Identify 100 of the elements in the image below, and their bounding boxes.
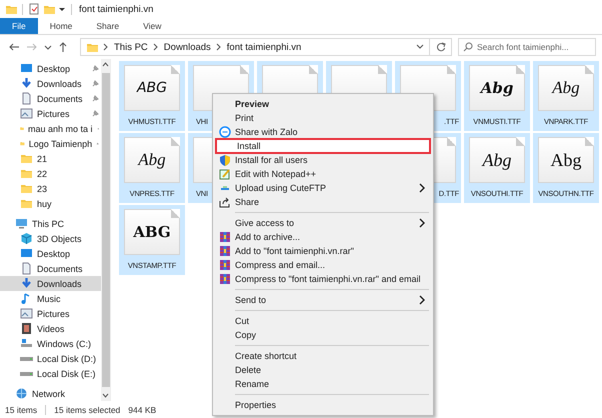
film-icon: [20, 322, 33, 335]
menu-item[interactable]: Properties: [215, 398, 431, 412]
refresh-button[interactable]: [430, 38, 452, 56]
menu-item[interactable]: Rename: [215, 377, 431, 391]
address-bar[interactable]: This PC Downloads font taimienphi.vn: [80, 38, 430, 56]
nav-item[interactable]: Desktop: [0, 246, 101, 261]
nav-item[interactable]: Windows (C:): [0, 336, 101, 351]
menu-item[interactable]: Preview: [215, 97, 431, 111]
nav-item[interactable]: Pictures: [0, 306, 101, 321]
refresh-icon: [436, 42, 446, 52]
computer-icon: [15, 217, 28, 230]
menu-item[interactable]: Compress to "font taimienphi.vn.rar" and email: [215, 272, 431, 286]
nav-item[interactable]: 21: [0, 151, 101, 166]
menu-item[interactable]: Share: [215, 195, 431, 209]
search-field[interactable]: Search font taimienphi...: [458, 38, 596, 56]
nav-item[interactable]: Local Disk (D:): [0, 351, 101, 366]
selection-count: 15 items selected: [54, 404, 120, 414]
nav-item[interactable]: Logo Taimienph: [0, 136, 101, 151]
shield-icon: [219, 154, 231, 166]
menu-item[interactable]: Copy: [215, 328, 431, 342]
selection-size: 944 KB: [128, 404, 156, 414]
chevron-right-icon: [103, 42, 109, 52]
nav-item[interactable]: Music: [0, 291, 101, 306]
folder-icon: [20, 182, 33, 195]
menu-item[interactable]: Install: [215, 138, 431, 154]
menu-item[interactable]: Share with Zalo: [215, 125, 431, 139]
archive-icon: [219, 245, 231, 257]
download-arrow-icon: [20, 77, 33, 90]
font-file-icon: ABG: [124, 65, 180, 111]
nav-item[interactable]: 3D Objects: [0, 231, 101, 246]
breadcrumb-item[interactable]: Downloads: [164, 42, 211, 52]
pin-icon: [91, 110, 99, 118]
desktop-icon: [20, 62, 33, 75]
nav-item[interactable]: 22: [0, 166, 101, 181]
nav-item[interactable]: Desktop: [0, 61, 101, 76]
ribbon-tab[interactable]: Home: [38, 18, 84, 34]
font-file-icon: Abg: [124, 137, 180, 183]
cube-icon: [20, 232, 33, 245]
menu-item[interactable]: Add to "font taimienphi.vn.rar": [215, 244, 431, 258]
nav-item[interactable]: Downloads: [0, 76, 101, 91]
breadcrumb-item[interactable]: This PC: [114, 42, 148, 52]
search-icon: [463, 42, 473, 52]
properties-icon[interactable]: [28, 3, 40, 15]
menu-item[interactable]: Add to archive...: [215, 230, 431, 244]
nav-item[interactable]: Local Disk (E:): [0, 366, 101, 381]
ribbon-tab[interactable]: Share: [84, 18, 132, 34]
item-count: 15 items: [5, 404, 38, 414]
drive-icon: [20, 337, 33, 350]
ribbon-tab[interactable]: View: [131, 18, 174, 34]
nav-item[interactable]: 23: [0, 181, 101, 196]
menu-item[interactable]: Install for all users: [215, 153, 431, 167]
nav-item[interactable]: Downloads: [0, 276, 101, 291]
breadcrumb-item[interactable]: font taimienphi.vn: [226, 42, 302, 52]
scrollbar-thumb[interactable]: [102, 73, 110, 387]
folder-icon: [5, 3, 17, 15]
share-icon: [219, 196, 231, 208]
folder-icon: [20, 152, 33, 165]
folder-icon: [86, 41, 98, 53]
network-icon: [15, 387, 28, 400]
up-arrow-icon[interactable]: [58, 41, 68, 53]
scroll-up-icon[interactable]: [102, 61, 109, 67]
font-file-icon: Abg: [538, 65, 594, 111]
font-file-icon: Abg: [469, 137, 525, 183]
nav-item[interactable]: Network: [0, 386, 101, 401]
nav-item[interactable]: Videos: [0, 321, 101, 336]
nav-item[interactable]: huy: [0, 196, 101, 211]
menu-item[interactable]: Upload using CuteFTP: [215, 181, 431, 195]
font-file-icon: Abg: [538, 137, 594, 183]
window-title: font taimienphi.vn: [79, 4, 154, 14]
drive-icon: [20, 356, 33, 360]
pin-icon: [91, 64, 99, 72]
document-icon: [20, 92, 33, 105]
menu-item[interactable]: Delete: [215, 363, 431, 377]
scroll-down-icon[interactable]: [102, 393, 109, 399]
back-arrow-icon[interactable]: [8, 41, 20, 53]
font-file-icon: Abg: [469, 65, 525, 111]
chevron-right-icon: [152, 42, 159, 52]
nav-item[interactable]: Documents: [0, 91, 101, 106]
menu-item[interactable]: Give access to: [215, 216, 431, 230]
nav-item[interactable]: Pictures: [0, 106, 101, 121]
menu-item[interactable]: Cut: [215, 314, 431, 328]
menu-item[interactable]: Create shortcut: [215, 349, 431, 363]
drive-icon: [20, 372, 33, 376]
scrollbar[interactable]: [101, 59, 110, 401]
archive-icon: [219, 231, 231, 243]
nav-item[interactable]: Documents: [0, 261, 101, 276]
ribbon-tab[interactable]: File: [0, 18, 38, 34]
download-arrow-icon: [20, 277, 33, 290]
pin-icon: [91, 80, 99, 88]
desktop-icon: [20, 247, 33, 260]
folder-icon: [20, 197, 33, 210]
chat-bubble-icon: [219, 126, 231, 138]
menu-item[interactable]: Send to: [215, 293, 431, 307]
menu-item[interactable]: Print: [215, 111, 431, 125]
chevron-right-icon: [216, 42, 222, 52]
nav-item[interactable]: This PC: [0, 216, 101, 231]
picture-icon: [20, 307, 33, 320]
menu-item[interactable]: Compress and email...: [215, 258, 431, 272]
nav-item[interactable]: mau anh mo ta i: [0, 121, 101, 136]
menu-item[interactable]: Edit with Notepad++: [215, 167, 431, 181]
